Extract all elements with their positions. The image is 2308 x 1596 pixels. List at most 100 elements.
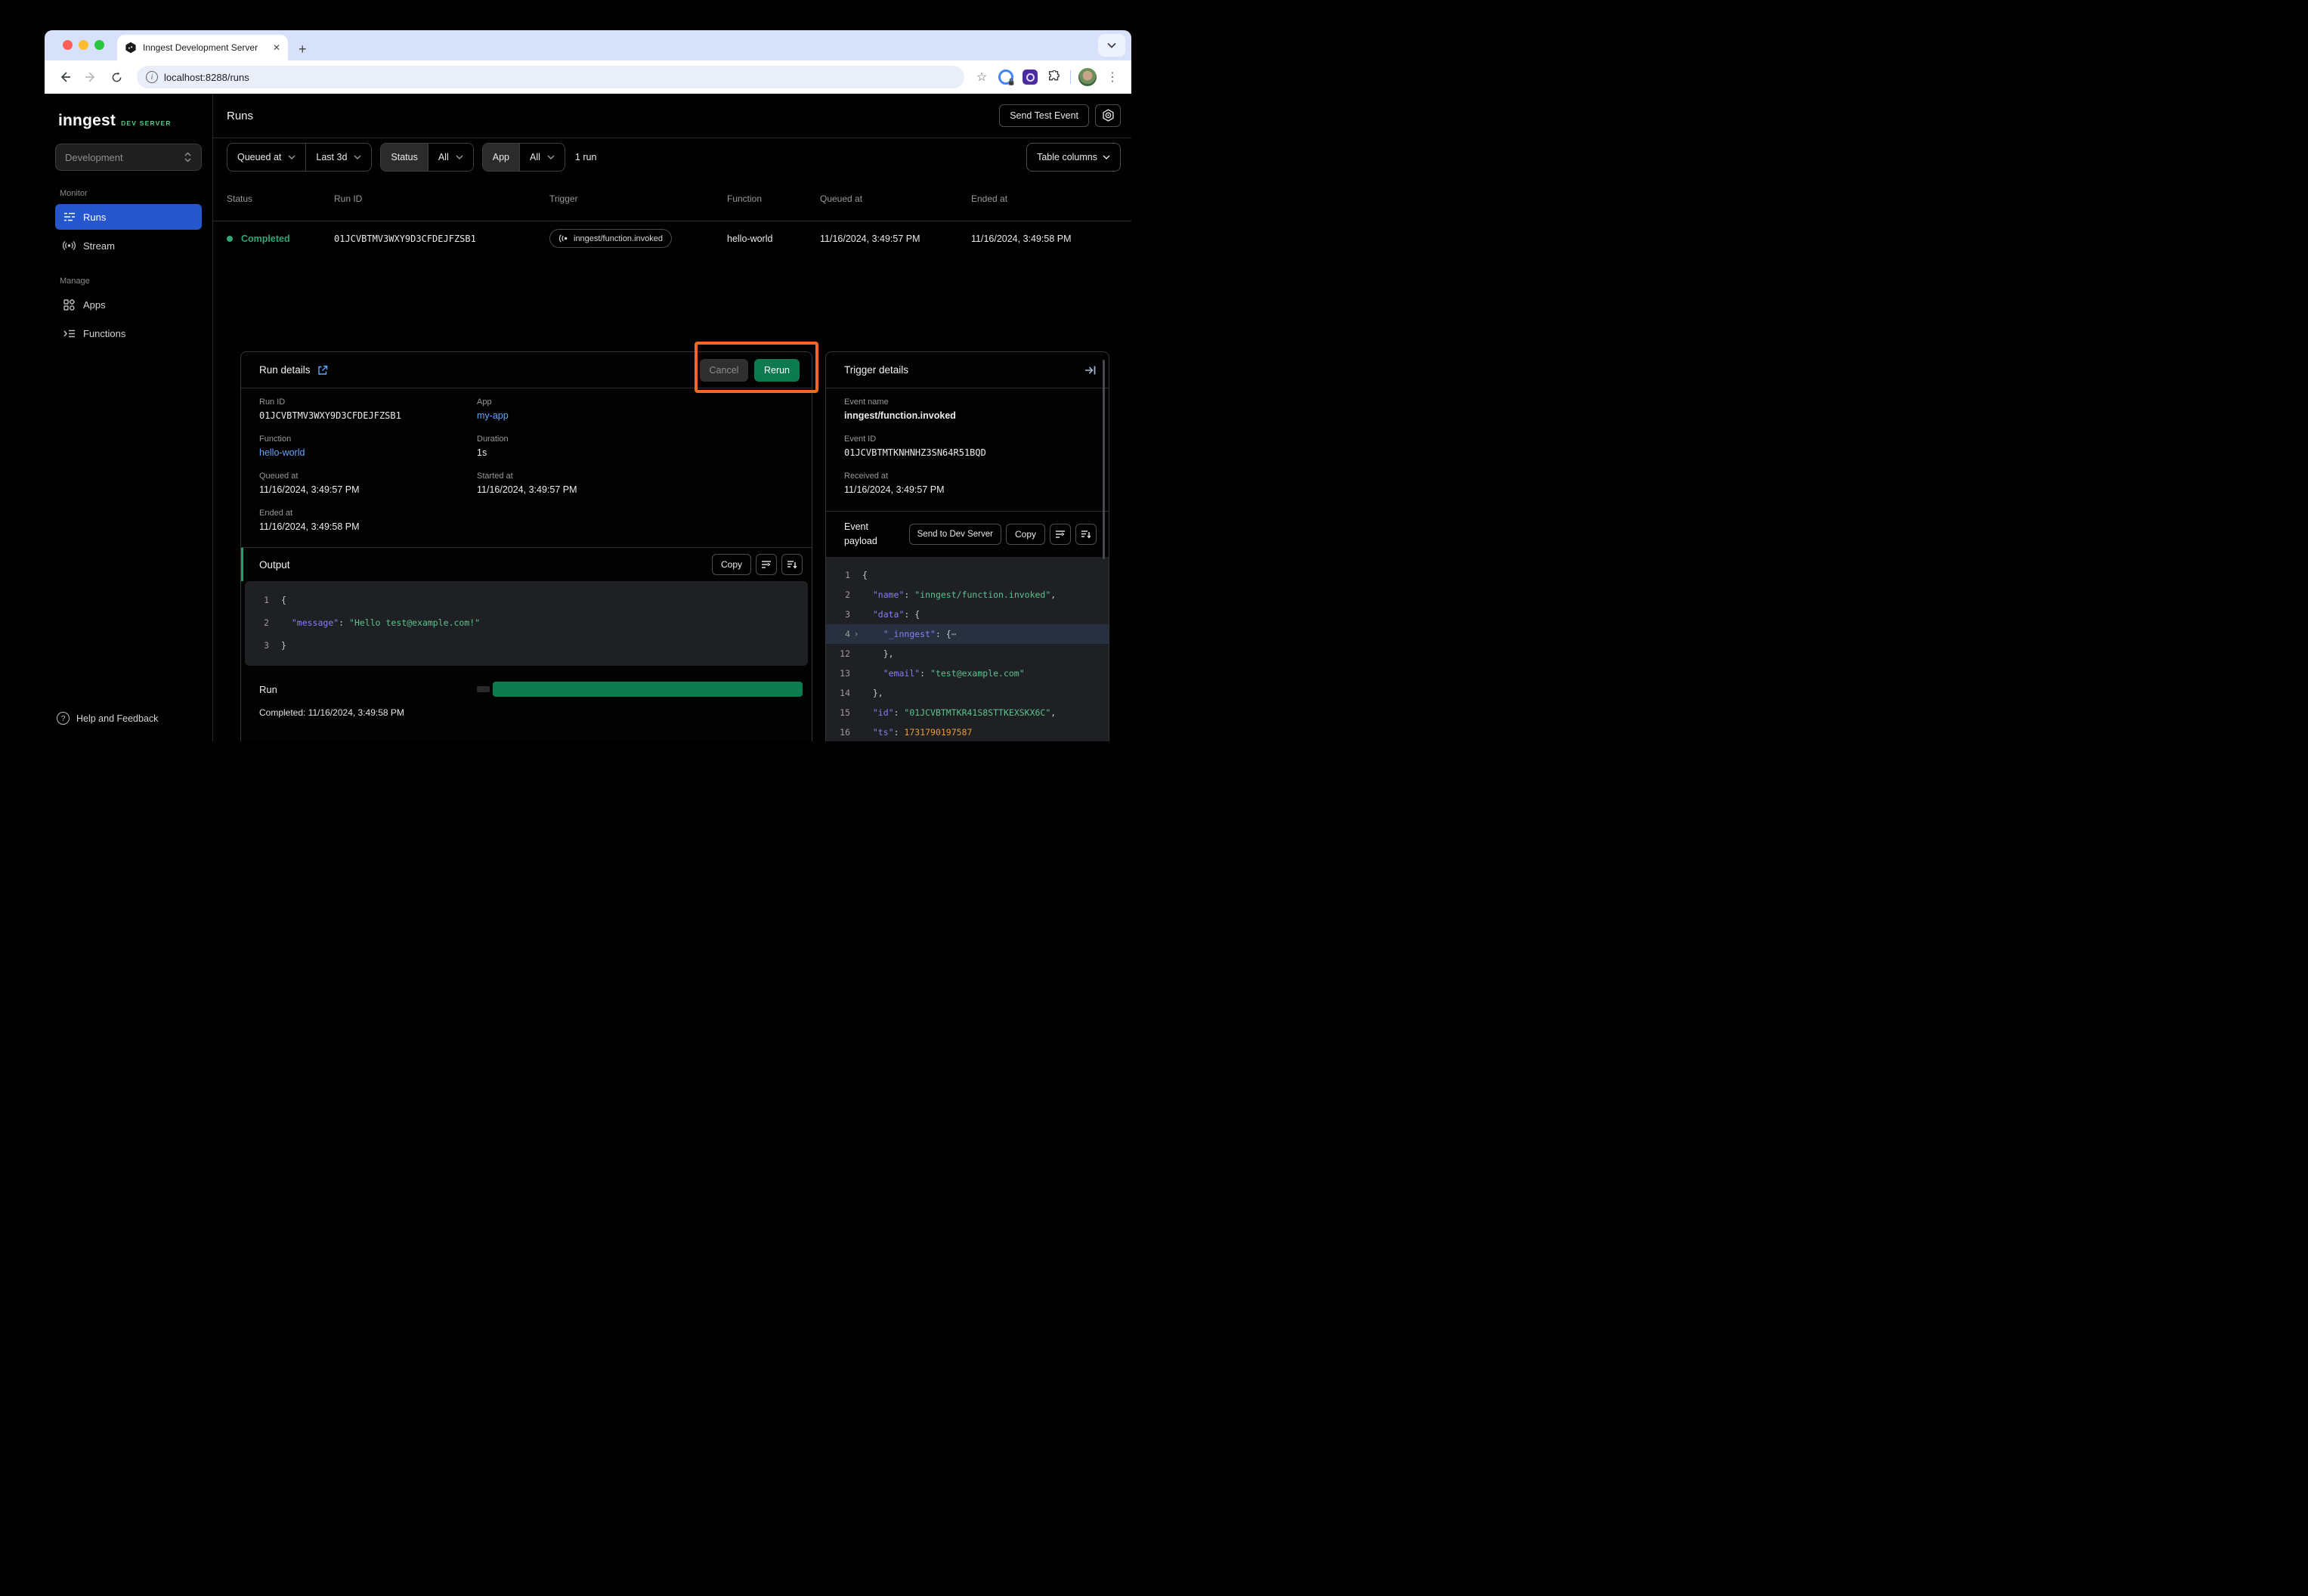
timeline-run-row[interactable]: Run — [259, 681, 800, 697]
received-at-value: 11/16/2024, 3:49:57 PM — [844, 484, 1091, 495]
extensions-puzzle-icon[interactable] — [1046, 69, 1063, 85]
time-field-value: Queued at — [237, 152, 281, 162]
help-and-feedback[interactable]: ? Help and Feedback — [57, 712, 158, 725]
window-controls[interactable] — [63, 40, 104, 50]
field-label: Queued at — [259, 472, 477, 481]
external-link-icon[interactable] — [317, 365, 328, 376]
time-filter: Queued at Last 3d — [227, 143, 372, 172]
tab-favicon-inngest — [125, 42, 137, 54]
event-payload-label: Event payload — [844, 520, 883, 549]
desktop: Inngest Development Server ✕ + i localho… — [0, 0, 1154, 798]
code-line: 15 "id": "01JCVBTMTKR41S8STTKEXSKX6C", — [826, 703, 1109, 722]
column-header-trigger: Trigger — [549, 193, 727, 204]
time-field-dropdown[interactable]: Queued at — [227, 144, 305, 171]
chevron-up-down-icon — [184, 152, 192, 162]
code-line: 1{ — [245, 589, 808, 611]
payload-scrollbar[interactable] — [1103, 360, 1105, 559]
column-header-function: Function — [727, 193, 820, 204]
code-line: 16 "ts": 1731790197587 — [826, 722, 1109, 741]
function-cell: hello-world — [727, 234, 820, 244]
close-window-button[interactable] — [63, 40, 73, 50]
code-line: 14 }, — [826, 683, 1109, 703]
dev-server-badge: DEV SERVER — [121, 119, 172, 127]
app-link[interactable]: my-app — [477, 410, 794, 421]
field-label: Ended at — [259, 509, 477, 518]
new-tab-button[interactable]: + — [299, 42, 307, 56]
chevron-down-icon — [288, 155, 295, 159]
field-label: Run ID — [259, 397, 477, 407]
password-manager-extension-icon[interactable] — [998, 69, 1014, 85]
stream-broadcast-icon — [63, 240, 76, 251]
word-wrap-icon[interactable] — [1050, 524, 1071, 545]
app-content: inngest DEV SERVER Development Monitor R… — [45, 94, 1131, 741]
app-filter-dropdown[interactable]: All — [519, 144, 565, 171]
sidebar-item-label: Apps — [83, 299, 106, 311]
profile-avatar[interactable] — [1078, 68, 1097, 86]
reload-icon[interactable] — [105, 66, 128, 88]
field-label: Event ID — [844, 435, 1091, 444]
tab-search-chevron-icon[interactable] — [1098, 34, 1125, 57]
chevron-down-icon — [456, 155, 463, 159]
expand-lines-icon[interactable] — [781, 554, 803, 575]
output-copy-button[interactable]: Copy — [712, 554, 751, 575]
run-count: 1 run — [575, 152, 597, 162]
app-filter: App All — [482, 143, 565, 172]
field-label: Duration — [477, 435, 794, 444]
function-link[interactable]: hello-world — [259, 447, 477, 458]
chevron-down-icon — [547, 155, 555, 159]
address-bar[interactable]: i localhost:8288/runs — [137, 66, 964, 88]
toolbar-separator — [1070, 70, 1071, 84]
app-filter-label: App — [483, 144, 519, 171]
run-details-panel: Run details Cancel Rerun Run ID01JCVBTMV… — [240, 351, 812, 741]
run-details-area: Run details Cancel Rerun Run ID01JCVBTMV… — [213, 351, 1131, 741]
event-id-value: 01JCVBTMTKNHNHZ3SN64R51BQD — [844, 447, 1091, 458]
output-code-block: 1{2 "message": "Hello test@example.com!"… — [245, 581, 808, 666]
browser-tab[interactable]: Inngest Development Server ✕ — [117, 35, 288, 60]
tab-close-icon[interactable]: ✕ — [273, 42, 280, 53]
run-table-row[interactable]: Completed 01JCVBTMV3WXY9D3CFDEJFZSB1 inn… — [213, 221, 1131, 255]
expand-lines-icon[interactable] — [1075, 524, 1097, 545]
functions-list-icon — [63, 329, 76, 339]
site-info-icon[interactable]: i — [146, 71, 158, 83]
sidebar-item-apps[interactable]: Apps — [55, 292, 202, 317]
timeline-run-completed: Completed: 11/16/2024, 3:49:58 PM — [259, 707, 800, 718]
forward-icon[interactable] — [79, 66, 102, 88]
payload-copy-button[interactable]: Copy — [1006, 524, 1045, 545]
run-details-fields: Run ID01JCVBTMV3WXY9D3CFDEJFZSB1 Appmy-a… — [241, 388, 812, 532]
url-text[interactable]: localhost:8288/runs — [164, 72, 249, 83]
send-test-event-button[interactable]: Send Test Event — [999, 104, 1089, 127]
chevron-down-icon — [354, 155, 361, 159]
event-name-value: inngest/function.invoked — [844, 410, 1091, 421]
bookmark-star-icon[interactable]: ☆ — [973, 69, 990, 85]
send-to-dev-server-button[interactable]: Send to Dev Server — [909, 524, 1001, 545]
purple-extension-icon[interactable] — [1022, 69, 1038, 85]
timeline-run-bar[interactable] — [493, 682, 803, 697]
word-wrap-icon[interactable] — [756, 554, 777, 575]
rerun-button[interactable]: Rerun — [754, 359, 800, 382]
runs-list-icon — [63, 212, 76, 222]
back-icon[interactable] — [54, 66, 76, 88]
trigger-event-name: inngest/function.invoked — [574, 234, 663, 243]
environment-select[interactable]: Development — [55, 144, 202, 171]
zoom-window-button[interactable] — [94, 40, 104, 50]
table-columns-button[interactable]: Table columns — [1026, 143, 1121, 172]
collapse-panel-icon[interactable] — [1084, 365, 1097, 376]
minimize-window-button[interactable] — [79, 40, 88, 50]
toolbar-icons: ☆ ⋮ — [973, 68, 1122, 86]
cancel-button[interactable]: Cancel — [700, 359, 748, 382]
event-trigger-pill[interactable]: inngest/function.invoked — [549, 229, 672, 248]
dev-server-settings-button[interactable] — [1095, 104, 1121, 127]
status-filter-dropdown[interactable]: All — [428, 144, 473, 171]
help-question-icon: ? — [57, 712, 70, 725]
sidebar-item-stream[interactable]: Stream — [55, 233, 202, 258]
browser-menu-icon[interactable]: ⋮ — [1104, 69, 1121, 85]
code-line: 3} — [245, 634, 808, 657]
sidebar-item-runs[interactable]: Runs — [55, 204, 202, 230]
monitor-section-label: Monitor — [60, 189, 197, 198]
collapse-json-chevron-icon[interactable]: › — [850, 630, 862, 639]
time-range-dropdown[interactable]: Last 3d — [305, 144, 371, 171]
run-status: Completed — [241, 234, 290, 244]
ended-at-value: 11/16/2024, 3:49:58 PM — [259, 521, 477, 532]
column-header-ended-at: Ended at — [971, 193, 1121, 204]
sidebar-item-functions[interactable]: Functions — [55, 320, 202, 346]
